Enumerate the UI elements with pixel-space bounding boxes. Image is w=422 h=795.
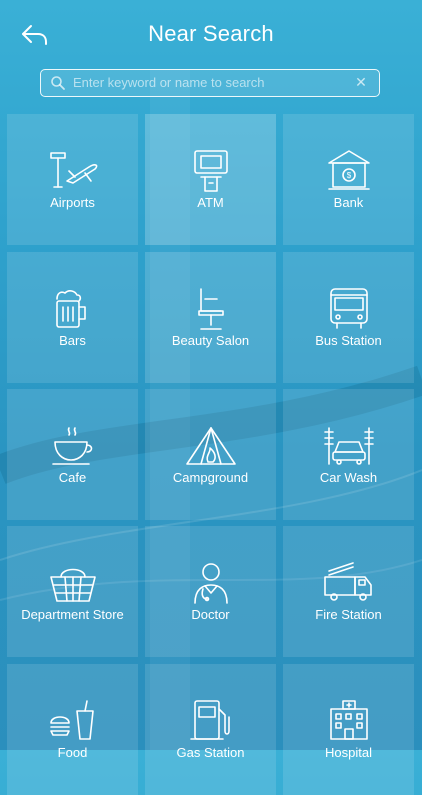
category-tile-cafe[interactable]: Cafe [7, 389, 138, 520]
category-label: Food [57, 745, 88, 760]
bank-icon: $ [321, 147, 377, 195]
salon-chair-icon [183, 285, 239, 333]
category-label: Gas Station [176, 745, 245, 760]
search-input[interactable] [73, 70, 343, 95]
category-tile-bus-station[interactable]: Bus Station [283, 252, 414, 383]
bus-icon [321, 285, 377, 333]
doctor-icon [183, 559, 239, 607]
category-label: Car Wash [319, 470, 378, 485]
category-tile-hospital[interactable]: Hospital [283, 664, 414, 795]
category-label: Doctor [191, 607, 230, 622]
category-tile-food[interactable]: Food [7, 664, 138, 795]
svg-text:$: $ [346, 171, 351, 180]
tent-icon [183, 422, 239, 470]
category-tile-doctor[interactable]: Doctor [145, 526, 276, 657]
category-tile-bank[interactable]: $ Bank [283, 114, 414, 245]
atm-icon [183, 147, 239, 195]
category-label: Fire Station [315, 607, 382, 622]
category-label: Bus Station [315, 333, 382, 348]
category-tile-department-store[interactable]: Department Store [7, 526, 138, 657]
category-tile-gas-station[interactable]: Gas Station [145, 664, 276, 795]
car-wash-icon [321, 422, 377, 470]
category-label: Department Store [21, 607, 124, 622]
category-tile-atm[interactable]: ATM [145, 114, 276, 245]
category-tile-car-wash[interactable]: Car Wash [283, 389, 414, 520]
page-title: Near Search [148, 21, 274, 46]
beer-mug-icon [45, 285, 101, 333]
category-label: Campground [172, 470, 249, 485]
category-label: Bank [333, 195, 364, 210]
fast-food-icon [45, 697, 101, 745]
category-label: Beauty Salon [171, 333, 250, 348]
category-label: Hospital [325, 745, 372, 760]
airport-icon [45, 147, 101, 195]
coffee-cup-icon [45, 422, 101, 470]
category-tile-bars[interactable]: Bars [7, 252, 138, 383]
gas-pump-icon [183, 697, 239, 745]
search-bar: ✕ [40, 69, 380, 97]
hospital-icon [321, 697, 377, 745]
category-label: ATM [197, 195, 224, 210]
basket-icon [45, 559, 101, 607]
category-tile-campground[interactable]: Campground [145, 389, 276, 520]
category-label: Bars [59, 333, 86, 348]
category-label: Airports [50, 195, 95, 210]
search-icon [51, 76, 65, 90]
category-tile-airports[interactable]: Airports [7, 114, 138, 245]
clear-icon[interactable]: ✕ [353, 74, 369, 90]
category-tile-fire-station[interactable]: Fire Station [283, 526, 414, 657]
header-bar: Near Search [0, 0, 422, 66]
category-tile-beauty-salon[interactable]: Beauty Salon [145, 252, 276, 383]
fire-truck-icon [321, 559, 377, 607]
category-label: Cafe [58, 470, 87, 485]
